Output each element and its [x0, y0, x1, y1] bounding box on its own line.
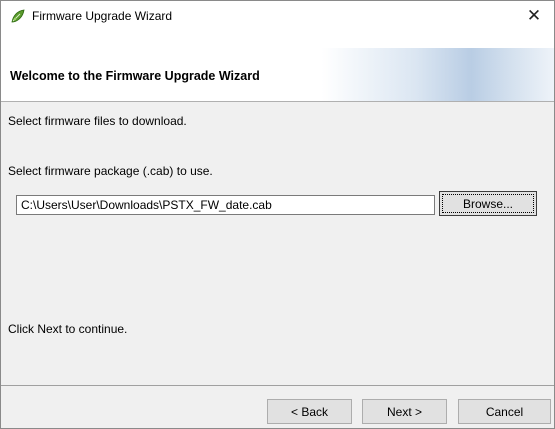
page-title: Welcome to the Firmware Upgrade Wizard: [10, 69, 260, 83]
close-button[interactable]: ✕: [514, 1, 554, 31]
firmware-path-input[interactable]: [16, 195, 435, 215]
close-icon: ✕: [526, 6, 542, 25]
window-title: Firmware Upgrade Wizard: [32, 9, 173, 23]
wizard-window: Firmware Upgrade Wizard ✕ Welcome to the…: [0, 0, 555, 429]
footer-separator: [1, 385, 554, 386]
next-button-label: Next >: [386, 404, 422, 419]
title-spacer: [1, 31, 554, 48]
cancel-button-label: Cancel: [485, 404, 524, 419]
wizard-header: Welcome to the Firmware Upgrade Wizard: [1, 48, 554, 102]
package-label: Select firmware package (.cab) to use.: [8, 164, 213, 178]
back-button-label: < Back: [290, 404, 329, 419]
cancel-button[interactable]: Cancel: [458, 399, 551, 424]
title-bar[interactable]: Firmware Upgrade Wizard ✕: [1, 1, 554, 31]
next-button[interactable]: Next >: [362, 399, 447, 424]
back-button[interactable]: < Back: [267, 399, 352, 424]
continue-hint: Click Next to continue.: [8, 322, 128, 336]
focus-rect: [442, 194, 534, 213]
instructions-text: Select firmware files to download.: [8, 114, 187, 128]
browse-button[interactable]: Browse...: [439, 191, 537, 216]
wizard-leaf-icon: [11, 9, 25, 23]
